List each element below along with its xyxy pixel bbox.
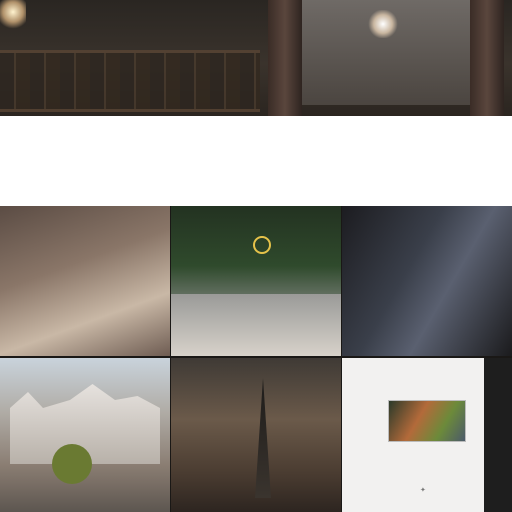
gallery-tile-interior[interactable] (0, 206, 170, 356)
gallery-tile-article[interactable]: ✦ (342, 358, 512, 512)
hill-image (171, 294, 341, 356)
curtain-right-image (470, 0, 504, 116)
intro-section (0, 116, 512, 206)
ring-icon (253, 236, 271, 254)
tower-image (255, 378, 271, 498)
gallery-tile-tower[interactable] (171, 358, 341, 512)
lamp-image (0, 0, 26, 30)
chandelier-image (368, 10, 398, 38)
gallery-tile-street[interactable] (0, 358, 170, 512)
gallery-tile-garden[interactable] (171, 206, 341, 356)
curtain-left-image (268, 0, 302, 116)
article-page: ✦ (342, 358, 484, 512)
hero-banner (0, 0, 512, 116)
gallery-tile-restaurant[interactable] (342, 206, 512, 356)
pin-icon: ✦ (420, 487, 426, 494)
bookshelf-image (0, 50, 260, 112)
article-photo (388, 400, 466, 442)
tree-image (52, 444, 92, 484)
gallery-grid: ✦ (0, 206, 512, 512)
